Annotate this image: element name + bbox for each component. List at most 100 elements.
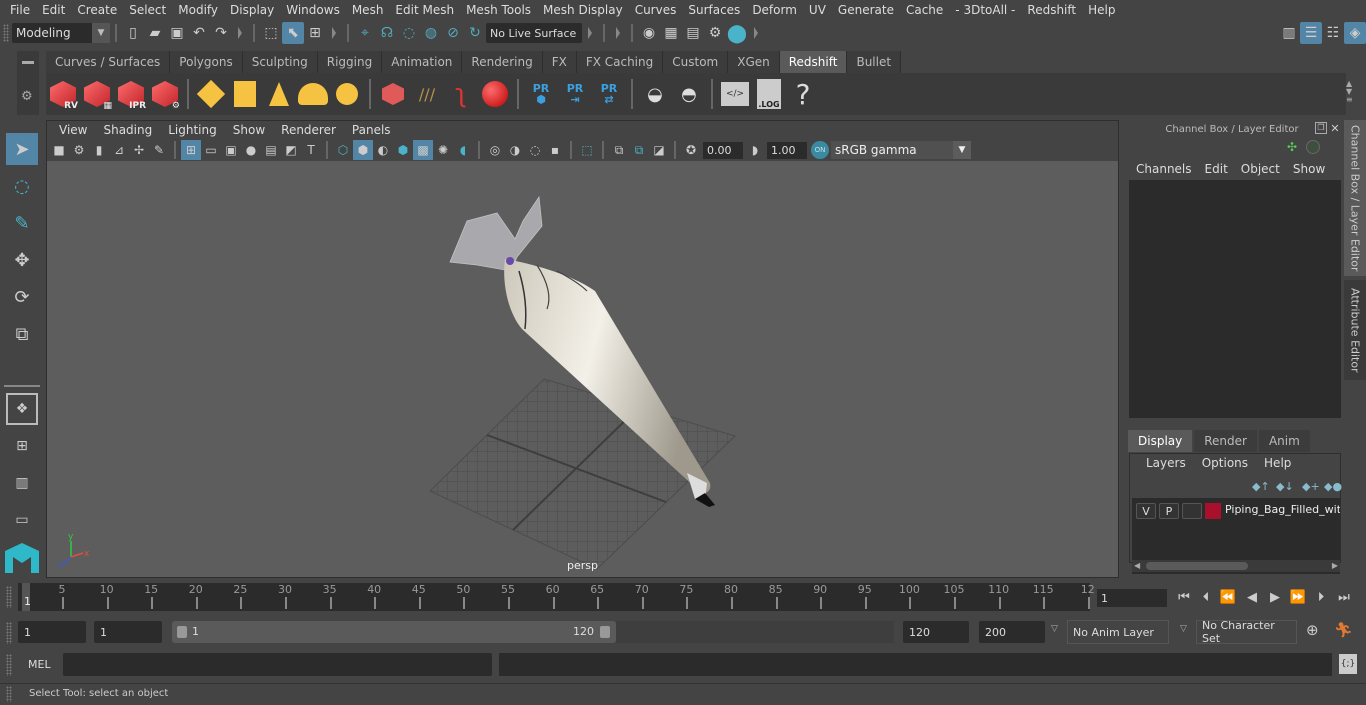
shelf-tab-fx[interactable]: FX [542,51,577,73]
save-scene-icon[interactable]: ▣ [166,22,188,44]
vp-menu-shading[interactable]: Shading [95,123,160,137]
layer-tab-display[interactable]: Display [1128,430,1193,452]
cb-menu-show[interactable]: Show [1288,162,1333,180]
scrollbar-thumb[interactable] [1146,562,1248,570]
move-tool-icon[interactable]: ✥ [6,244,38,276]
menu-modify[interactable]: Modify [172,3,224,17]
rs-volume-icon[interactable]: ʅ [444,75,478,113]
open-scene-icon[interactable]: ▰ [144,22,166,44]
shelf-tab-rendering[interactable]: Rendering [462,51,543,73]
menu-windows[interactable]: Windows [280,3,346,17]
multisample-aa-icon[interactable]: ◌ [525,140,545,160]
bake-multiple-icon[interactable]: ◒ [638,75,672,113]
play-forward-icon[interactable]: ▶ [1265,587,1285,607]
isolate-select-icon[interactable]: ⬚ [577,140,597,160]
shelf-tab-rigging[interactable]: Rigging [317,51,383,73]
redo-icon[interactable]: ↷ [210,22,232,44]
shelf-tab-fx-caching[interactable]: FX Caching [576,51,664,73]
motion-blur-icon[interactable]: ◑ [505,140,525,160]
pr-swap-icon[interactable]: PR ⇄ [592,75,626,113]
menu-cache[interactable]: Cache [900,3,949,17]
tool-settings-icon[interactable]: ☷ [1322,22,1344,44]
redshift-ipr-icon[interactable]: IPR [114,75,148,113]
shelf-tab-sculpting[interactable]: Sculpting [242,51,318,73]
modeling-toolkit-icon[interactable]: ▥ [1278,22,1300,44]
vp-menu-renderer[interactable]: Renderer [273,123,344,137]
xray-joints-icon[interactable]: ◪ [649,140,669,160]
smooth-shade-icon[interactable]: ⬢ [353,140,373,160]
single-view-layout-icon[interactable]: ❖ [6,393,38,425]
gear-icon[interactable]: ⚙ [21,89,33,104]
select-tool-icon[interactable]: ➤ [6,133,38,165]
collapse-arrow[interactable] [588,27,592,39]
layer-menu-options[interactable]: Options [1194,456,1256,470]
gamma-field[interactable]: 1.00 [767,141,807,159]
horizontal-scrollbar[interactable]: ◀ ▶ [1132,560,1340,572]
shelf-tab-bullet[interactable]: Bullet [847,51,902,73]
render-settings-icon[interactable]: ⚙ [704,22,726,44]
manipulator-icon[interactable]: ✣ [1287,140,1297,154]
snap-view-plane-icon[interactable]: ◍ [420,22,442,44]
collapse-arrow[interactable] [332,27,336,39]
animation-start-field[interactable]: 1 [18,621,86,643]
four-view-layout-icon[interactable]: ⊞ [6,430,38,462]
scene-canvas[interactable]: y x z [47,161,1118,577]
close-icon[interactable]: ✕ [1329,122,1341,135]
vp-menu-lighting[interactable]: Lighting [160,123,225,137]
side-tab-channel-box[interactable]: Channel Box / Layer Editor [1344,120,1366,276]
log-file-icon[interactable]: .LOG [752,75,786,113]
xray-icon[interactable]: ⧉ [609,140,629,160]
bookmark-icon[interactable]: ▮ [89,140,109,160]
help-icon[interactable]: ? [786,75,820,113]
vp-menu-view[interactable]: View [51,123,95,137]
shelf-scroll[interactable]: ▲ ▼ ≡ [1346,80,1358,110]
rs-spot-light-icon[interactable] [262,75,296,113]
command-language-label[interactable]: MEL [28,658,51,671]
menu-edit[interactable]: Edit [36,3,71,17]
rs-rect-light-icon[interactable] [194,75,228,113]
auto-key-icon[interactable]: ⊕ [1306,621,1319,639]
new-layer-icon[interactable]: ◆+ [1302,480,1320,493]
chevron-down-icon[interactable]: ▽ [1180,624,1187,634]
exposure-field[interactable]: 0.00 [703,141,743,159]
menu-redshift[interactable]: Redshift [1021,3,1082,17]
gamma-icon[interactable]: ◗ [745,140,765,160]
screen-space-ao-icon[interactable]: ◎ [485,140,505,160]
shelf-tab-menu-icon[interactable] [22,61,34,64]
viewport-persp[interactable]: View Shading Lighting Show Renderer Pane… [46,120,1119,578]
play-backward-icon[interactable]: ◀ [1242,587,1262,607]
field-chart-icon[interactable]: ▤ [261,140,281,160]
playback-end-field[interactable]: 120 [903,621,969,643]
pr-export-icon[interactable]: PR ⇥ [558,75,592,113]
menu-edit-mesh[interactable]: Edit Mesh [389,3,460,17]
grip-handle[interactable] [6,622,12,644]
snap-curve-icon[interactable]: ☊ [376,22,398,44]
menu-select[interactable]: Select [123,3,172,17]
layer-visibility-toggle[interactable]: V [1136,503,1156,519]
color-space-dropdown[interactable]: sRGB gamma ▼ [831,141,971,159]
select-component-icon[interactable]: ⊞ [304,22,326,44]
menu-curves[interactable]: Curves [629,3,683,17]
layer-display-type-toggle[interactable] [1182,503,1202,519]
vp-menu-show[interactable]: Show [225,123,273,137]
menu-mesh-tools[interactable]: Mesh Tools [460,3,537,17]
script-editor-icon[interactable]: {;} [1339,654,1357,674]
range-slider[interactable]: 1 120 [172,621,616,643]
menu-generate[interactable]: Generate [832,3,900,17]
film-gate-icon[interactable]: ▭ [201,140,221,160]
current-frame-field[interactable]: 1 [1097,589,1167,607]
side-tab-attribute-editor[interactable]: Attribute Editor [1344,280,1366,380]
new-scene-icon[interactable]: ▯ [122,22,144,44]
menu-3dtoall[interactable]: - 3DtoAll - [949,3,1021,17]
go-to-end-icon[interactable]: ⏭ [1334,587,1354,607]
step-back-key-icon[interactable]: ⏴ [1196,587,1216,607]
range-end-handle[interactable] [600,626,610,638]
camera-attr-icon[interactable]: ⚙ [69,140,89,160]
layer-playback-toggle[interactable]: P [1159,503,1179,519]
shelf-tab-custom[interactable]: Custom [663,51,729,73]
snap-grid-icon[interactable]: ⌖ [354,22,376,44]
next-key-icon[interactable]: ⏩ [1288,587,1308,607]
rs-hair-icon[interactable]: ∕∕∕ [410,75,444,113]
layer-name[interactable]: Piping_Bag_Filled_with [1225,503,1340,516]
snap-live-icon[interactable]: ↻ [464,22,486,44]
